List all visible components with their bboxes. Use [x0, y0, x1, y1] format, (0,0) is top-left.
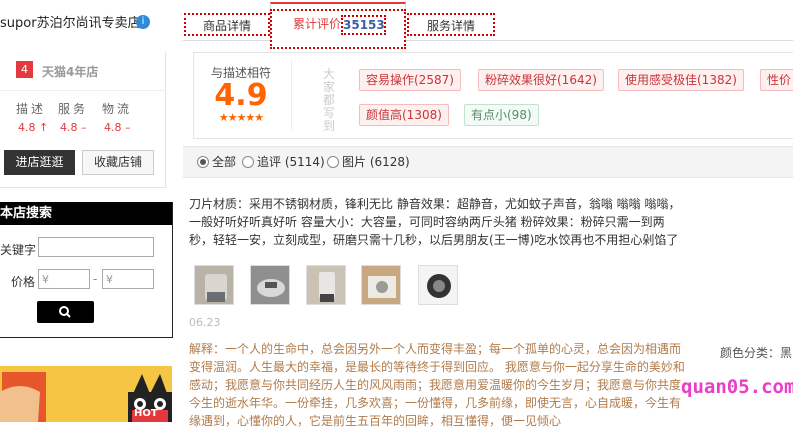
tmall-years-label: 天猫4年店 — [42, 65, 99, 79]
review-photo-thumbnail[interactable] — [194, 265, 234, 305]
review-tag[interactable]: 粉碎效果很好(1642) — [478, 69, 604, 91]
price-min-input[interactable]: ¥ — [38, 269, 90, 289]
shop-name[interactable]: supor苏泊尔尚讯专卖店 — [0, 12, 150, 31]
tab-reviews-label[interactable]: 累计评价 — [292, 13, 342, 36]
tmall-years-badge: 4 — [16, 61, 33, 78]
enter-shop-button[interactable]: 进店逛逛 — [4, 150, 75, 175]
search-button[interactable] — [37, 301, 94, 323]
filter-images-label[interactable]: 图片 (6128) — [342, 153, 410, 170]
review-tag[interactable]: 容易操作(2587) — [359, 69, 461, 91]
review-tag[interactable]: 性价 — [760, 69, 793, 91]
seller-reply: 解释：一个人的生命中，总会因另外一个人而变得丰盈；每一个孤单的心灵，总会因为相遇… — [189, 342, 685, 428]
color-category: 颜色分类：黑 — [720, 346, 793, 360]
favorite-shop-button[interactable]: 收藏店铺 — [82, 150, 154, 175]
review-photo-thumbnail[interactable] — [418, 265, 458, 305]
filter-followup-label[interactable]: 追评 (5114) — [257, 153, 325, 170]
divider — [0, 90, 165, 91]
filter-radio-followup[interactable] — [242, 156, 254, 168]
filter-radio-all[interactable] — [197, 156, 209, 168]
price-max-input[interactable]: ¥ — [102, 269, 154, 289]
rating-label-logistics: 物流 — [102, 102, 133, 116]
tab-reviews-count[interactable]: 35153 — [341, 15, 386, 35]
filter-radio-images[interactable] — [327, 156, 339, 168]
review-photo-thumbnail[interactable] — [361, 265, 401, 305]
rating-value-logistics: 4.8 – — [104, 121, 131, 134]
shop-search-title: 本店搜索 — [0, 202, 172, 225]
search-icon — [59, 306, 71, 318]
rating-label-service: 服务 — [58, 102, 89, 116]
review-photo-thumbnail[interactable] — [250, 265, 290, 305]
promo-banner[interactable]: HOT — [0, 366, 172, 422]
price-dash: - — [93, 272, 98, 286]
keyword-input[interactable] — [38, 237, 154, 257]
review-tag[interactable]: 颜值高(1308) — [359, 104, 449, 126]
hot-badge: HOT — [134, 408, 158, 419]
everyone-wrote-label: 大家都写到 — [322, 67, 335, 133]
price-label: 价格 — [11, 275, 36, 289]
review-date: 06.23 — [189, 316, 221, 329]
rating-value-desc: 4.8 ↑ — [18, 121, 49, 134]
watermark: quan05.com — [681, 376, 793, 398]
review-tag-negative[interactable]: 有点小(98) — [464, 104, 539, 126]
divider — [291, 60, 292, 130]
rating-label-desc: 描述 — [16, 102, 47, 116]
keyword-label: 关键字 — [0, 243, 37, 257]
rating-value-service: 4.8 – — [60, 121, 87, 134]
review-tag[interactable]: 使用感受极佳(1382) — [618, 69, 744, 91]
filter-all-label[interactable]: 全部 — [212, 153, 236, 170]
review-text: 刀片材质：采用不锈钢材质，锋利无比 静音效果：超静音，尤如蚊子声音，翁嗡 嗡嗡 … — [189, 197, 681, 247]
tab-service-details[interactable]: 服务详情 — [407, 13, 495, 36]
review-score: 4.9 — [214, 78, 268, 113]
review-photo-thumbnail[interactable] — [306, 265, 346, 305]
star-rating-icon: ★★★★★ — [218, 111, 264, 124]
tab-product-details[interactable]: 商品详情 — [184, 13, 270, 36]
info-icon[interactable]: i — [136, 15, 150, 29]
